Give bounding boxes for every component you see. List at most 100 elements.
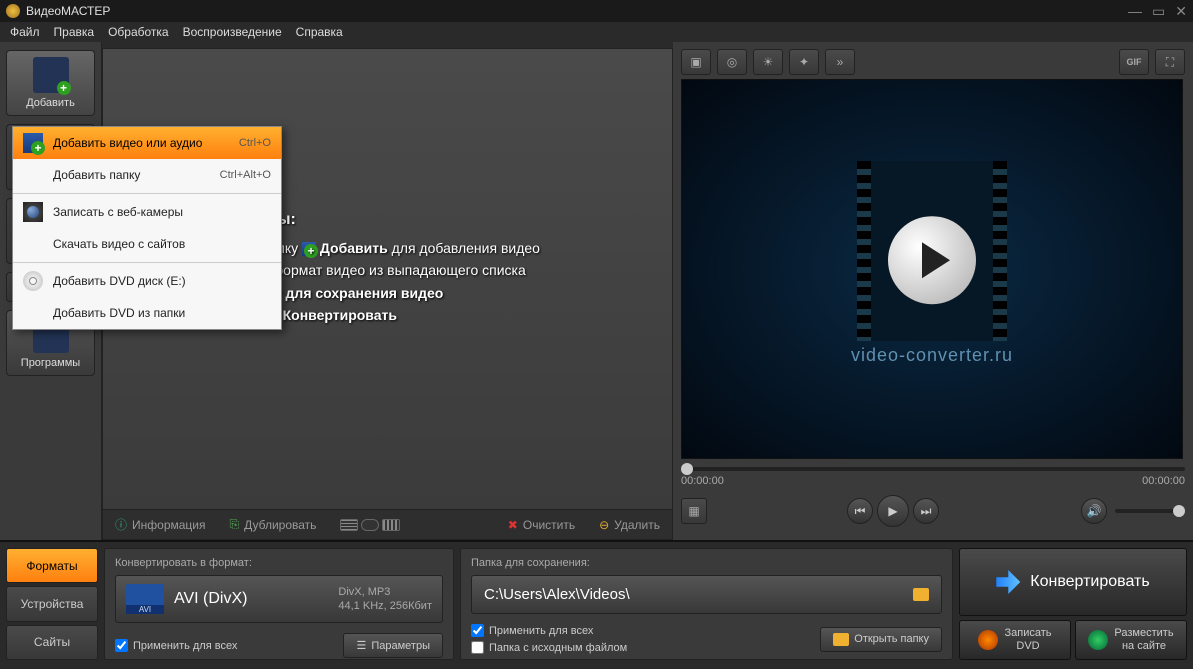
menu-playback[interactable]: Воспроизведение [183,25,282,39]
time-total: 00:00:00 [1142,475,1185,487]
play-button[interactable]: ▶ [877,495,909,527]
list-toolbar: ⓘИнформация ⎘Дублировать ✖Очистить ⊖Удал… [103,509,672,539]
sidebar-add-button[interactable]: Добавить [6,50,95,116]
prev-button[interactable]: ⏮ [847,498,873,524]
action-panel: Конвертировать ЗаписатьDVD Разместитьна … [959,548,1187,660]
skip-back-icon: ⏮ [855,504,866,519]
brightness-button[interactable]: ☀ [753,49,783,75]
app-logo-icon [6,4,20,18]
sidebar-programs-label: Программы [21,357,80,369]
bottom-panel: Форматы Устройства Сайты Конвертировать … [0,540,1193,666]
folder-icon [833,633,849,646]
source-folder-checkbox[interactable]: Папка с исходным файлом [471,641,627,654]
dvd-icon [23,271,43,291]
burn-dvd-button[interactable]: ЗаписатьDVD [959,620,1071,660]
fullscreen-button[interactable]: ⛶ [1155,49,1185,75]
view-toggle[interactable] [340,519,400,531]
close-button[interactable]: ✕ [1175,3,1187,20]
speaker-icon: 🔊 [1087,504,1102,518]
volume-slider[interactable] [1115,509,1185,513]
format-name: AVI (DivX) [174,590,247,608]
add-dropdown-menu: Добавить видео или аудио Ctrl+O Добавить… [12,126,282,330]
webcam-icon [23,202,43,222]
menubar: Файл Правка Обработка Воспроизведение Сп… [0,22,1193,42]
avi-icon: AVI [126,584,164,614]
runner-icon: » [837,55,844,69]
speed-button[interactable]: » [825,49,855,75]
delete-icon: ⊖ [599,518,609,532]
format-tabs: Форматы Устройства Сайты [6,548,98,660]
effects-button[interactable]: ✦ [789,49,819,75]
menu-add-folder[interactable]: Добавить папку Ctrl+Alt+O [13,159,281,191]
preview-panel: ▣ ◎ ☀ ✦ » GIF ⛶ video-converter.ru 00:00… [673,42,1193,540]
info-button[interactable]: ⓘИнформация [115,516,206,533]
format-codec: DivX, MP3 [338,585,432,599]
output-folder-field[interactable]: C:\Users\Alex\Videos\ [471,575,942,614]
menu-help[interactable]: Справка [296,25,343,39]
menu-add-dvd-folder[interactable]: Добавить DVD из папки [13,297,281,329]
menu-add-video-audio[interactable]: Добавить видео или аудио Ctrl+O [13,127,281,159]
crop-button[interactable]: ▣ [681,49,711,75]
arrow-right-icon [996,570,1020,594]
info-icon: ⓘ [115,516,127,533]
delete-button[interactable]: ⊖Удалить [599,518,660,532]
timeline: 00:00:00 00:00:00 [681,467,1185,487]
menu-process[interactable]: Обработка [108,25,169,39]
format-quality: 44,1 KHz, 256Кбит [338,599,432,613]
disc-icon [978,630,998,650]
open-folder-button[interactable]: Открыть папку [820,627,942,652]
film-add-icon [33,57,69,93]
format-selector[interactable]: AVI AVI (DivX) DivX, MP3 44,1 KHz, 256Кб… [115,575,443,623]
globe-icon [1088,630,1108,650]
thumb-view-icon [382,519,400,531]
menu-edit[interactable]: Правка [54,25,95,39]
duplicate-icon: ⎘ [230,517,240,532]
titlebar: ВидеоМАСТЕР — ▭ ✕ [0,0,1193,22]
film-add-icon [23,133,43,153]
enhance-icon: ◎ [727,55,737,69]
clear-button[interactable]: ✖Очистить [508,518,575,532]
menu-download-video[interactable]: Скачать видео с сайтов [13,228,281,260]
convert-button[interactable]: Конвертировать [959,548,1187,616]
output-folder-path: C:\Users\Alex\Videos\ [484,586,913,603]
tab-sites[interactable]: Сайты [6,625,98,660]
duplicate-button[interactable]: ⎘Дублировать [230,517,317,532]
format-apply-all-checkbox[interactable]: Применить для всех [115,639,237,652]
sun-icon: ☀ [763,55,774,69]
fullscreen-icon: ⛶ [1166,55,1174,70]
menu-record-webcam[interactable]: Записать с веб-камеры [13,196,281,228]
list-view-icon [340,519,358,531]
parameters-button[interactable]: ☰Параметры [343,633,443,658]
enhance-button[interactable]: ◎ [717,49,747,75]
play-overlay-icon [888,216,976,304]
format-label: Конвертировать в формат: [115,557,443,569]
crop-icon: ▣ [690,55,701,69]
skip-forward-icon: ⏭ [921,504,932,519]
volume-knob[interactable] [1173,505,1185,517]
folder-apply-all-checkbox[interactable]: Применить для всех [471,624,627,637]
sparkle-icon: ✦ [799,55,809,69]
clear-icon: ✖ [508,518,518,532]
browse-folder-icon[interactable] [913,588,929,601]
playback-controls: ▦ ⏮ ▶ ⏭ 🔊 [681,495,1185,527]
maximize-button[interactable]: ▭ [1152,3,1165,20]
tab-devices[interactable]: Устройства [6,586,98,621]
mute-button[interactable]: 🔊 [1081,498,1107,524]
folder-panel: Папка для сохранения: C:\Users\Alex\Vide… [460,548,953,660]
publish-button[interactable]: Разместитьна сайте [1075,620,1187,660]
gif-button[interactable]: GIF [1119,49,1149,75]
seek-knob[interactable] [681,463,693,475]
next-button[interactable]: ⏭ [913,498,939,524]
seek-slider[interactable] [681,467,1185,471]
tab-formats[interactable]: Форматы [6,548,98,583]
preview-toolbar: ▣ ◎ ☀ ✦ » GIF ⛶ [681,48,1185,76]
brand-text: video-converter.ru [682,345,1182,366]
minimize-button[interactable]: — [1128,3,1142,20]
image-icon: ▦ [688,504,699,518]
play-icon: ▶ [888,504,897,518]
video-preview[interactable]: video-converter.ru [681,79,1183,459]
time-current: 00:00:00 [681,475,724,487]
menu-file[interactable]: Файл [10,25,40,39]
snapshot-button[interactable]: ▦ [681,498,707,524]
menu-add-dvd-disc[interactable]: Добавить DVD диск (E:) [13,265,281,297]
